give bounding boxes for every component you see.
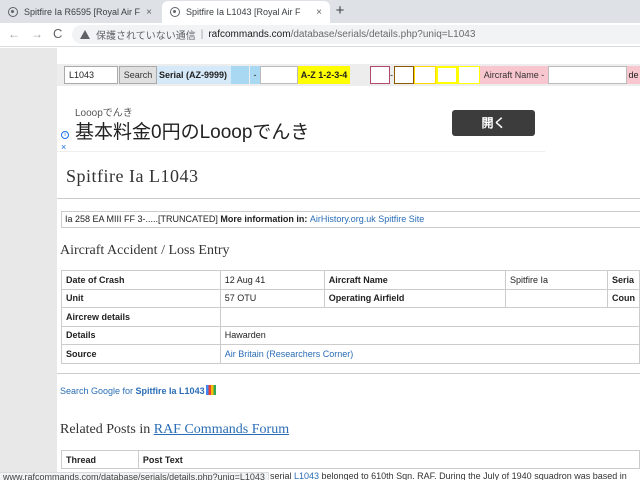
airhistory-link[interactable]: AirHistory.org.uk Spitfire Site — [310, 214, 424, 224]
aircraft-name-label: Aircraft Name - — [480, 66, 548, 84]
info-text: Ia 258 EA MIII FF 3-.....[TRUNCATED] — [65, 214, 221, 224]
aircraft-info-line: Ia 258 EA MIII FF 3-.....[TRUNCATED] Mor… — [61, 211, 640, 228]
post-serial-link[interactable]: L1043 — [294, 472, 319, 480]
post-text-preview: serial L1043 belonged to 610th Sqn. RAF.… — [270, 472, 627, 480]
airfield-value — [505, 288, 608, 308]
country-label: Coun — [606, 288, 640, 308]
advertisement-banner[interactable]: Looopでんき 基本料金0円のLooopでんき 開く i × — [57, 98, 545, 152]
page-title: Spitfire Ia L1043 — [66, 166, 199, 186]
crash-details-table: Date of Crash 12 Aug 41 Aircraft Name Sp… — [61, 270, 640, 364]
related-posts-heading: Related Posts in RAF Commands Forum — [60, 422, 289, 438]
serial-label: Serial (AZ-9999) — [157, 66, 231, 84]
divider — [57, 198, 640, 199]
az-field-1[interactable] — [370, 66, 390, 84]
post-text-after: belonged to 610th Sqn. RAF. During the J… — [319, 472, 627, 480]
related-posts-table: Thread Post Text — [61, 450, 640, 469]
back-icon[interactable]: ← — [8, 27, 20, 41]
table-row: Details Hawarden — [61, 325, 640, 345]
address-bar: ← → C 保護されていない通信 | rafcommands.com/datab… — [0, 23, 640, 47]
serial-label: Seria — [606, 270, 640, 290]
google-icon[interactable] — [205, 385, 216, 395]
table-row: Date of Crash 12 Aug 41 Aircraft Name Sp… — [61, 270, 640, 290]
unit-label: Unit — [61, 288, 221, 308]
table-row: Aircrew details — [61, 307, 640, 327]
unit-value: 57 OTU — [219, 288, 325, 308]
aircraft-name-value: Spitfire Ia — [505, 270, 608, 290]
details-value: Hawarden — [219, 325, 640, 345]
airfield-label: Operating Airfield — [323, 288, 507, 308]
url-input[interactable]: 保護されていない通信 | rafcommands.com/database/se… — [72, 25, 640, 44]
table-header-row: Thread Post Text — [61, 450, 640, 469]
new-tab-button[interactable]: + — [331, 2, 349, 20]
close-icon[interactable]: × — [146, 7, 152, 18]
table-row: Unit 57 OTU Operating Airfield Coun — [61, 288, 640, 308]
globe-icon — [170, 7, 180, 17]
thread-header: Thread — [61, 450, 139, 469]
aircraft-name-label: Aircraft Name — [323, 270, 507, 290]
az-label: A-Z 1-2-3-4 — [298, 66, 350, 84]
post-text-before: serial — [270, 472, 295, 480]
google-search-prefix: Search Google for — [60, 386, 136, 396]
tab-spitfire-l1043[interactable]: Spitfire Ia L1043 [Royal Air F × — [162, 1, 330, 23]
close-icon[interactable]: × — [316, 7, 322, 18]
status-url: www.rafcommands.com/database/serials/det… — [0, 472, 269, 480]
date-value: 12 Aug 41 — [219, 270, 325, 290]
table-row: Source Air Britain (Researchers Corner) — [61, 344, 640, 364]
reload-icon[interactable]: C — [53, 26, 62, 41]
url-host: rafcommands.com — [208, 29, 291, 40]
aircrew-label: Aircrew details — [61, 307, 221, 327]
search-bar-overflow-label: de — [627, 66, 640, 84]
related-posts-prefix: Related Posts in — [60, 422, 154, 437]
globe-icon — [8, 7, 18, 17]
ad-close-icon[interactable]: × — [61, 142, 66, 152]
search-button[interactable]: Search — [119, 66, 157, 84]
tab-strip: Spitfire Ia R6595 [Royal Air F × Spitfir… — [0, 0, 640, 23]
aircrew-value — [219, 307, 640, 327]
serial-prefix-field[interactable] — [231, 66, 249, 84]
ad-open-button[interactable]: 開く — [452, 110, 535, 136]
warning-icon[interactable] — [80, 30, 90, 39]
url-path: /database/serials/details.php?uniq=L1043 — [290, 29, 476, 40]
page-content: L1043 Search Serial (AZ-9999) - A-Z 1-2-… — [57, 48, 640, 472]
tab-spitfire-r6595[interactable]: Spitfire Ia R6595 [Royal Air F × — [0, 1, 160, 23]
ad-headline[interactable]: 基本料金0円のLooopでんき — [75, 117, 309, 144]
google-search-term[interactable]: Spitfire Ia L1043 — [136, 386, 205, 396]
section-title: Aircraft Accident / Loss Entry — [60, 243, 230, 258]
tab-title: Spitfire Ia L1043 [Royal Air F — [186, 7, 301, 17]
aircraft-name-input[interactable] — [548, 66, 627, 84]
az-field-3[interactable] — [414, 66, 436, 84]
forward-icon[interactable]: → — [31, 27, 43, 41]
page-left-gutter — [0, 48, 57, 472]
tab-title: Spitfire Ia R6595 [Royal Air F — [24, 7, 141, 17]
az-field-5[interactable] — [458, 66, 480, 84]
forum-link[interactable]: RAF Commands Forum — [154, 422, 289, 437]
info-more-label: More information in: — [220, 214, 310, 224]
google-search-link[interactable]: Search Google for Spitfire Ia L1043 — [60, 385, 216, 396]
url-separator: | — [200, 29, 204, 40]
security-label[interactable]: 保護されていない通信 — [96, 27, 196, 42]
serial-dash: - — [250, 66, 260, 84]
divider — [57, 373, 640, 374]
status-bar: serial L1043 belonged to 610th Sqn. RAF.… — [0, 472, 640, 480]
serial-search-input[interactable]: L1043 — [64, 66, 118, 84]
ad-info-icon[interactable]: i — [61, 131, 69, 139]
post-text-header: Post Text — [137, 450, 640, 469]
date-label: Date of Crash — [61, 270, 221, 290]
source-link[interactable]: Air Britain (Researchers Corner) — [219, 344, 640, 364]
source-label: Source — [61, 344, 221, 364]
serial-search-bar: L1043 Search Serial (AZ-9999) - A-Z 1-2-… — [57, 64, 640, 86]
serial-number-field[interactable] — [260, 66, 298, 84]
details-label: Details — [61, 325, 221, 345]
az-field-2[interactable] — [394, 66, 414, 84]
az-field-4[interactable] — [436, 66, 458, 84]
